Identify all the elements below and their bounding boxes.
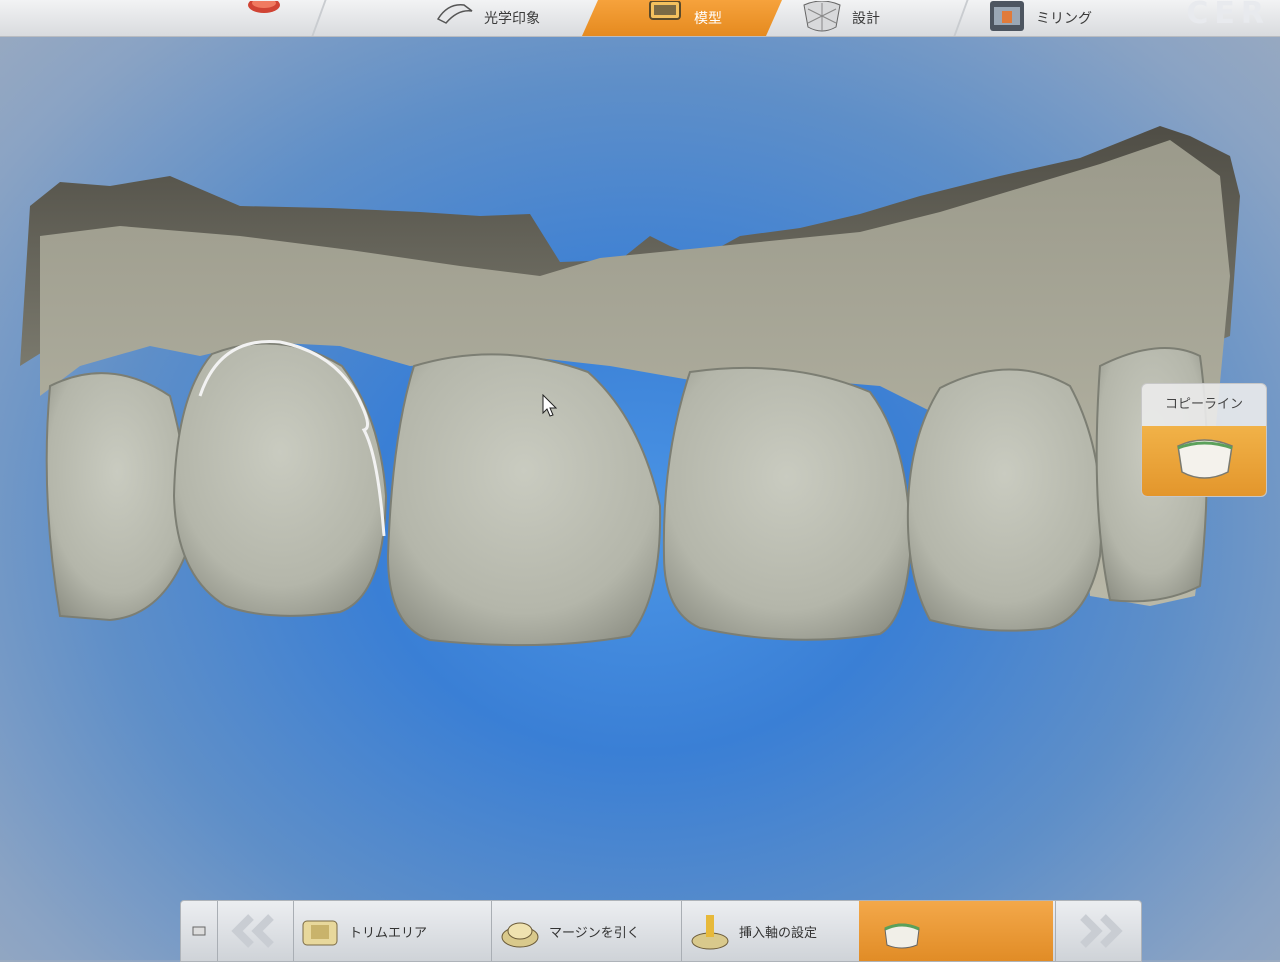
double-chevron-right-icon [1080,914,1123,948]
mouse-cursor-icon [542,394,558,417]
camera-icon [432,1,476,35]
admin-icon [240,0,284,35]
double-chevron-left-icon [231,914,274,948]
tooth-left-molar [45,372,189,622]
model-viewport[interactable] [0,36,1280,900]
dental-model [20,126,1240,647]
next-button[interactable] [1059,901,1139,961]
tooth-right-lateral [906,368,1103,632]
draw-margin-icon [497,911,543,951]
phase-label: ミリング [1036,11,1092,27]
model-icon [642,0,686,35]
phase-admin[interactable] [240,0,300,36]
phase-label: 設計 [852,11,880,27]
phase-label: 光学印象 [484,11,540,27]
step-bar: トリムエリア マージンを引く 挿入軸の設定 [180,900,1142,962]
tooth-right-central [662,366,912,641]
phase-bar: 光学印象 模型 設計 ミリング CER [0,0,1280,37]
phase-milling[interactable]: ミリング [984,0,1154,36]
tooth-left-central [386,353,662,647]
milling-icon [984,1,1028,35]
brand-logo: CER [1186,0,1270,31]
insertion-axis-icon [687,911,733,951]
design-icon [800,0,844,35]
collapse-icon [192,926,206,936]
step-label: 挿入軸の設定 [739,925,818,941]
step-insertion-axis[interactable]: 挿入軸の設定 [687,901,857,961]
phase-model[interactable]: 模型 [582,0,782,36]
copy-line-label: コピーライン [1164,397,1243,412]
copy-line-icon [1142,426,1266,496]
copy-line-step-icon [879,911,925,951]
collapse-button[interactable] [181,901,217,961]
trim-area-icon [297,911,343,951]
step-label: マージンを引く [549,925,640,941]
step-draw-margin[interactable]: マージンを引く [497,901,677,961]
copy-line-tool[interactable]: コピーライン [1141,383,1267,497]
step-trim-area[interactable]: トリムエリア [297,901,487,961]
phase-acquisition[interactable]: 光学印象 [432,0,572,36]
phase-design[interactable]: 設計 [800,0,950,36]
phase-label: 模型 [694,11,722,27]
back-button[interactable] [219,901,291,961]
step-copy-line[interactable] [859,901,1053,961]
step-label: トリムエリア [349,925,428,941]
